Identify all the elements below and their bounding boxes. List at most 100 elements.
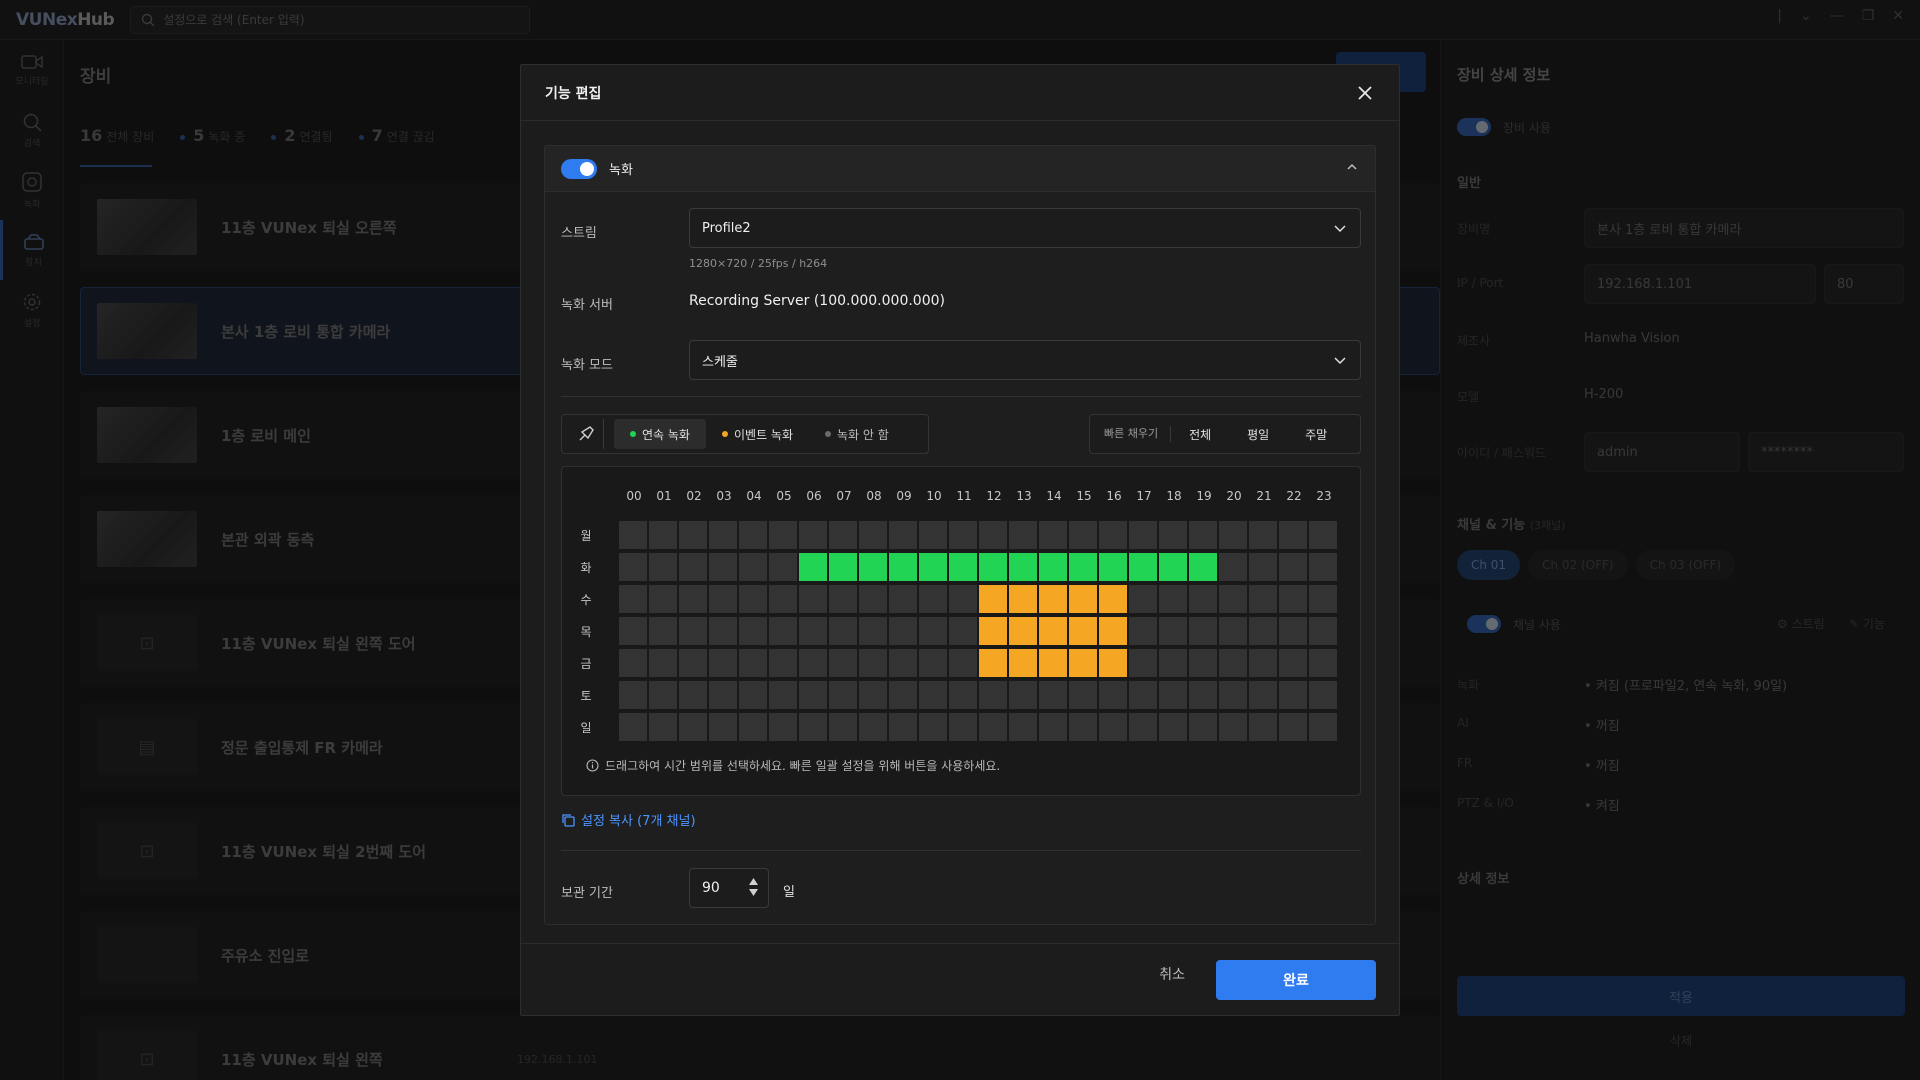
- schedule-cell[interactable]: [1279, 649, 1307, 677]
- schedule-cell[interactable]: [859, 553, 887, 581]
- schedule-cell[interactable]: [1309, 681, 1337, 709]
- schedule-cell[interactable]: [709, 713, 737, 741]
- retention-stepper[interactable]: [749, 878, 758, 896]
- schedule-cell[interactable]: [619, 521, 647, 549]
- schedule-cell[interactable]: [1159, 681, 1187, 709]
- copy-settings-link[interactable]: 설정 복사 (7개 채널): [561, 810, 696, 829]
- recording-toggle[interactable]: [561, 158, 597, 179]
- schedule-cell[interactable]: [1009, 713, 1037, 741]
- schedule-cell[interactable]: [709, 617, 737, 645]
- schedule-cell[interactable]: [649, 617, 677, 645]
- schedule-cell[interactable]: [769, 713, 797, 741]
- schedule-cell[interactable]: [799, 585, 827, 613]
- schedule-cell[interactable]: [1099, 521, 1127, 549]
- mode-select[interactable]: 스케줄: [689, 340, 1361, 380]
- schedule-cell[interactable]: [679, 649, 707, 677]
- schedule-cell[interactable]: [889, 585, 917, 613]
- schedule-cell[interactable]: [919, 553, 947, 581]
- schedule-cell[interactable]: [1039, 585, 1067, 613]
- schedule-cell[interactable]: [1039, 713, 1067, 741]
- schedule-cell[interactable]: [799, 713, 827, 741]
- schedule-cell[interactable]: [1129, 617, 1157, 645]
- schedule-cell[interactable]: [769, 585, 797, 613]
- schedule-cell[interactable]: [739, 649, 767, 677]
- schedule-cell[interactable]: [619, 617, 647, 645]
- schedule-cell[interactable]: [1279, 617, 1307, 645]
- schedule-cell[interactable]: [1309, 553, 1337, 581]
- schedule-cell[interactable]: [769, 681, 797, 709]
- schedule-cell[interactable]: [889, 713, 917, 741]
- schedule-cell[interactable]: [739, 617, 767, 645]
- schedule-cell[interactable]: [1159, 521, 1187, 549]
- schedule-cell[interactable]: [1159, 585, 1187, 613]
- schedule-cell[interactable]: [1279, 521, 1307, 549]
- schedule-cell[interactable]: [979, 585, 1007, 613]
- schedule-cell[interactable]: [889, 521, 917, 549]
- schedule-cell[interactable]: [949, 649, 977, 677]
- schedule-cell[interactable]: [919, 681, 947, 709]
- schedule-cell[interactable]: [949, 713, 977, 741]
- schedule-cell[interactable]: [649, 681, 677, 709]
- schedule-cell[interactable]: [1219, 553, 1247, 581]
- schedule-cell[interactable]: [1189, 681, 1217, 709]
- retention-input[interactable]: 90: [689, 868, 769, 908]
- quick-weekend-button[interactable]: 주말: [1287, 426, 1345, 443]
- schedule-cell[interactable]: [799, 681, 827, 709]
- schedule-cell[interactable]: [1219, 521, 1247, 549]
- schedule-cell[interactable]: [769, 521, 797, 549]
- schedule-cell[interactable]: [1069, 617, 1097, 645]
- schedule-cell[interactable]: [859, 617, 887, 645]
- schedule-cell[interactable]: [979, 681, 1007, 709]
- schedule-cell[interactable]: [859, 649, 887, 677]
- schedule-cell[interactable]: [1309, 617, 1337, 645]
- schedule-cell[interactable]: [1039, 521, 1067, 549]
- schedule-cell[interactable]: [1249, 649, 1277, 677]
- schedule-cell[interactable]: [829, 521, 857, 549]
- schedule-cell[interactable]: [739, 585, 767, 613]
- schedule-cell[interactable]: [769, 553, 797, 581]
- schedule-cell[interactable]: [1189, 617, 1217, 645]
- schedule-cell[interactable]: [859, 681, 887, 709]
- schedule-cell[interactable]: [949, 585, 977, 613]
- schedule-cell[interactable]: [709, 585, 737, 613]
- schedule-cell[interactable]: [1039, 553, 1067, 581]
- schedule-cell[interactable]: [919, 585, 947, 613]
- schedule-cell[interactable]: [1099, 649, 1127, 677]
- schedule-cell[interactable]: [679, 553, 707, 581]
- schedule-cell[interactable]: [1099, 713, 1127, 741]
- quick-weekday-button[interactable]: 평일: [1229, 426, 1287, 443]
- schedule-cell[interactable]: [1249, 585, 1277, 613]
- schedule-cell[interactable]: [949, 681, 977, 709]
- close-button[interactable]: [1351, 79, 1379, 107]
- schedule-cell[interactable]: [919, 617, 947, 645]
- schedule-cell[interactable]: [709, 521, 737, 549]
- schedule-cell[interactable]: [1219, 649, 1247, 677]
- schedule-cell[interactable]: [1159, 649, 1187, 677]
- schedule-cell[interactable]: [1189, 585, 1217, 613]
- schedule-cell[interactable]: [1099, 617, 1127, 645]
- brush-button[interactable]: [568, 419, 604, 449]
- schedule-cell[interactable]: [1159, 553, 1187, 581]
- schedule-cell[interactable]: [1129, 649, 1157, 677]
- schedule-cell[interactable]: [769, 649, 797, 677]
- schedule-cell[interactable]: [919, 649, 947, 677]
- decrement-icon[interactable]: [749, 889, 758, 896]
- schedule-cell[interactable]: [979, 521, 1007, 549]
- schedule-cell[interactable]: [799, 553, 827, 581]
- schedule-cell[interactable]: [1009, 553, 1037, 581]
- schedule-cell[interactable]: [1219, 617, 1247, 645]
- schedule-cell[interactable]: [679, 681, 707, 709]
- schedule-cell[interactable]: [1069, 713, 1097, 741]
- schedule-cell[interactable]: [799, 649, 827, 677]
- schedule-cell[interactable]: [1099, 681, 1127, 709]
- schedule-cell[interactable]: [679, 617, 707, 645]
- schedule-cell[interactable]: [1309, 649, 1337, 677]
- mode-event[interactable]: 이벤트 녹화: [706, 419, 809, 449]
- schedule-cell[interactable]: [739, 713, 767, 741]
- schedule-cell[interactable]: [1219, 713, 1247, 741]
- schedule-cell[interactable]: [709, 681, 737, 709]
- schedule-cell[interactable]: [739, 681, 767, 709]
- schedule-cell[interactable]: [1279, 585, 1307, 613]
- schedule-cell[interactable]: [649, 585, 677, 613]
- schedule-cell[interactable]: [799, 521, 827, 549]
